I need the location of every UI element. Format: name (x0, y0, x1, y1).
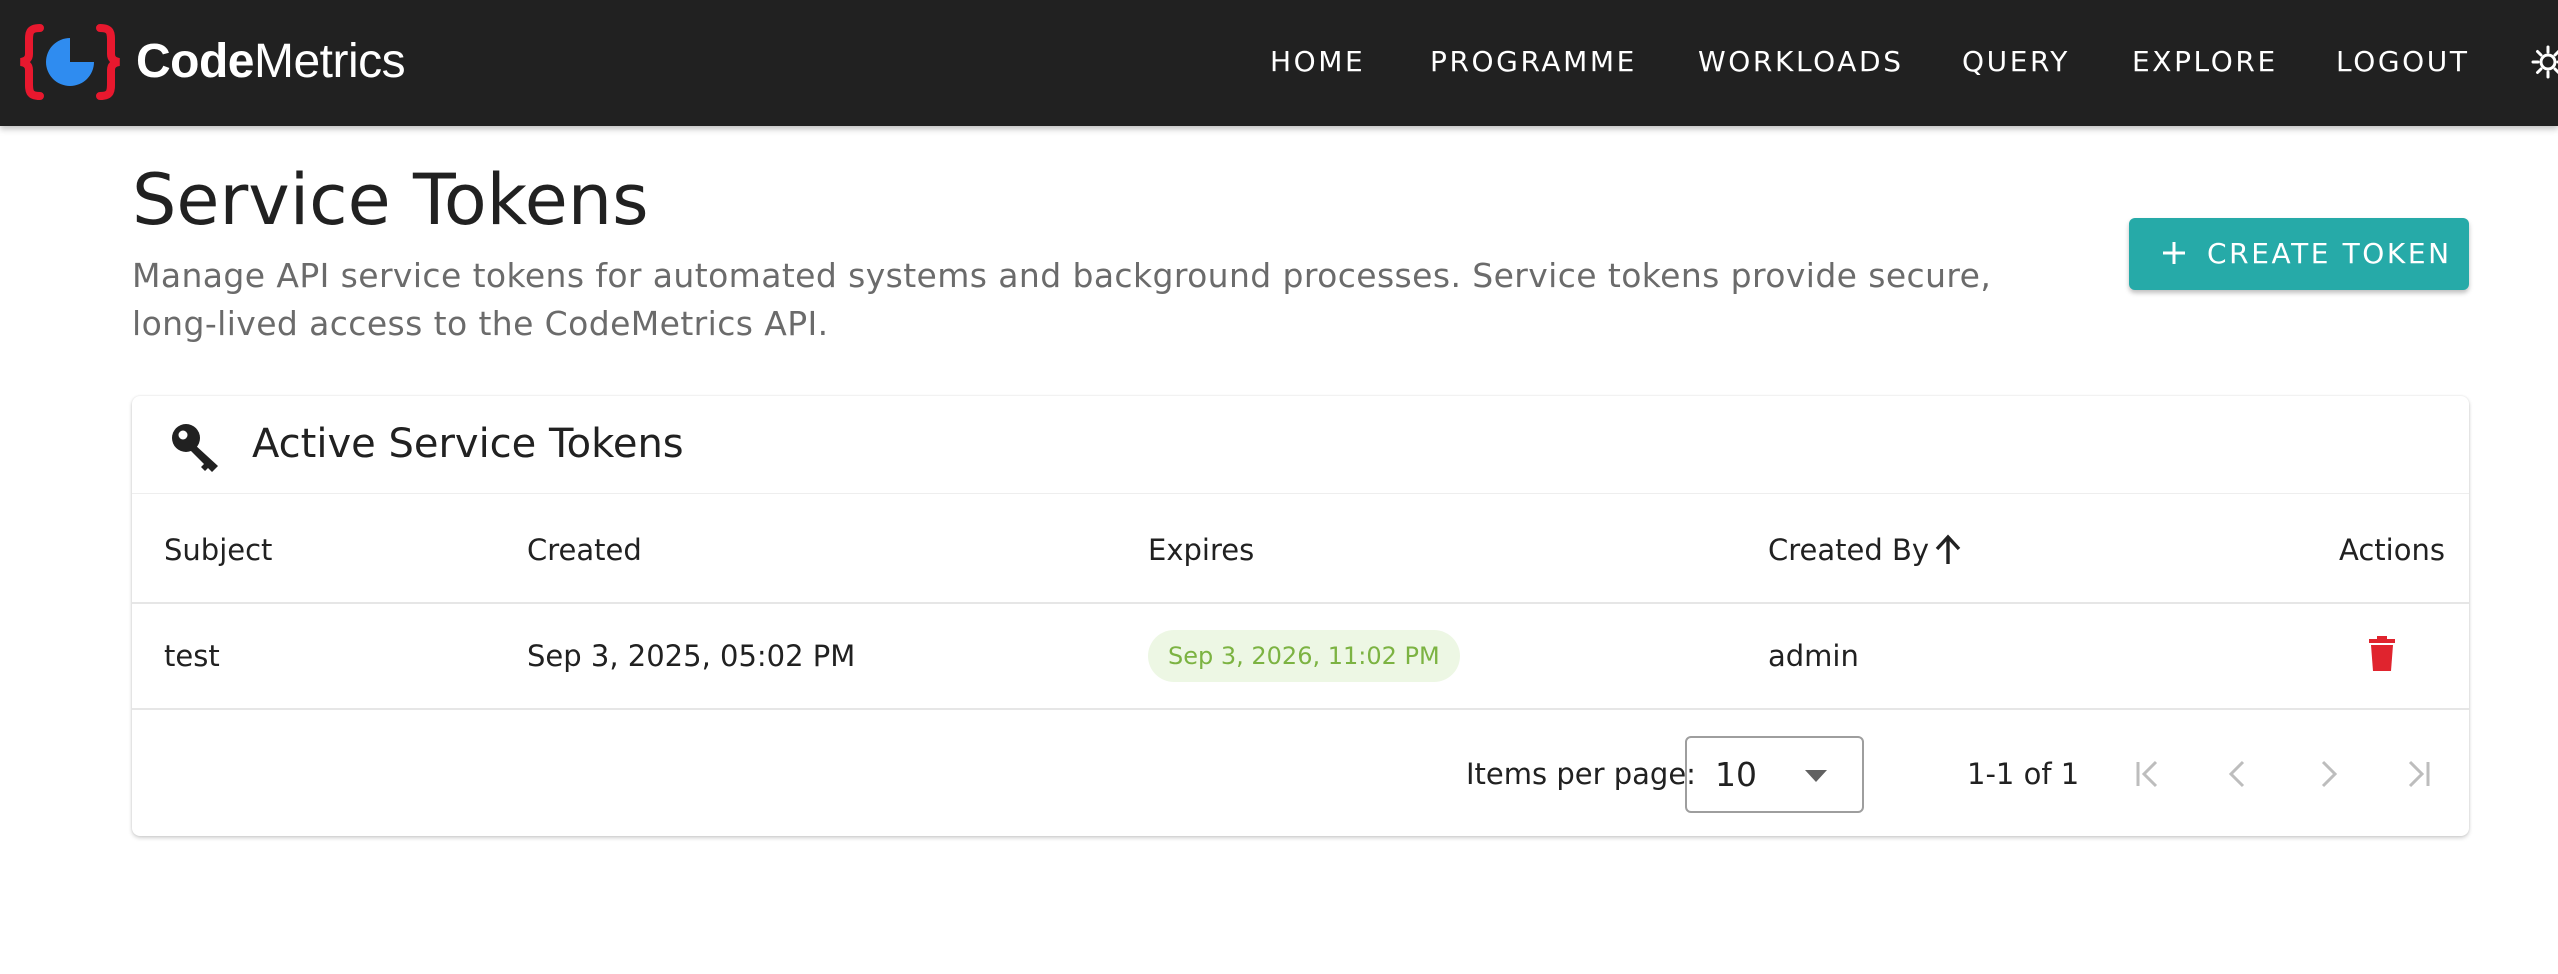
brand-name-bold: Code (136, 35, 255, 88)
column-header-expires[interactable]: Expires (1148, 530, 1254, 570)
column-header-created-by[interactable]: Created By (1768, 530, 1963, 570)
chevron-down-icon (1805, 770, 1827, 782)
codemetrics-logo-icon (20, 24, 120, 100)
items-per-page-label: Items per page: (1466, 757, 1696, 791)
column-header-subject[interactable]: Subject (164, 530, 272, 570)
column-header-actions: Actions (2339, 533, 2445, 567)
previous-page-icon[interactable] (2218, 752, 2258, 796)
next-page-icon[interactable] (2308, 752, 2348, 796)
page-description: Manage API service tokens for automated … (132, 256, 1992, 343)
last-page-icon[interactable] (2398, 752, 2438, 796)
brand-name-regular: Metrics (254, 35, 406, 88)
nav-home[interactable]: HOME (1270, 40, 1365, 84)
cell-created-by: admin (1768, 639, 1859, 673)
card-header: Active Service Tokens (132, 396, 2469, 494)
settings-icon (2531, 45, 2558, 79)
cell-subject: test (164, 639, 220, 673)
table-header-row: Subject Created Expires Created By Actio… (132, 494, 2469, 604)
page-size-select[interactable]: 10 (1685, 736, 1864, 813)
card-title: Active Service Tokens (252, 421, 684, 467)
delete-icon[interactable] (2368, 636, 2396, 672)
nav-query[interactable]: QUERY (1962, 40, 2070, 84)
column-header-created-by-label: Created By (1768, 533, 1930, 567)
page-title: Service Tokens (132, 159, 649, 241)
cell-created: Sep 3, 2025, 05:02 PM (527, 639, 856, 673)
first-page-icon[interactable] (2128, 752, 2168, 796)
create-token-button[interactable]: CREATE TOKEN (2129, 218, 2469, 290)
page-range: 1-1 of 1 (1967, 757, 2080, 791)
nav-programme[interactable]: PROGRAMME (1430, 40, 1637, 84)
settings-button[interactable] (2530, 44, 2558, 80)
nav-logout[interactable]: LOGOUT (2336, 40, 2470, 84)
column-header-created[interactable]: Created (527, 530, 642, 570)
active-tokens-card: Active Service Tokens Subject Created Ex… (132, 396, 2469, 836)
plus-icon (2163, 242, 2185, 264)
sort-ascending-icon (1935, 534, 1961, 564)
create-token-label: CREATE TOKEN (2207, 237, 2452, 270)
brand-name[interactable]: CodeMetrics (136, 30, 406, 94)
key-icon (172, 424, 218, 472)
expires-chip: Sep 3, 2026, 11:02 PM (1148, 630, 1460, 682)
table-row: test Sep 3, 2025, 05:02 PM Sep 3, 2026, … (132, 604, 2469, 710)
nav-explore[interactable]: EXPLORE (2132, 40, 2278, 84)
page-size-value: 10 (1715, 755, 1757, 794)
top-app-bar: CodeMetrics HOME PROGRAMME WORKLOADS QUE… (0, 0, 2558, 126)
nav-workloads[interactable]: WORKLOADS (1698, 40, 1904, 84)
